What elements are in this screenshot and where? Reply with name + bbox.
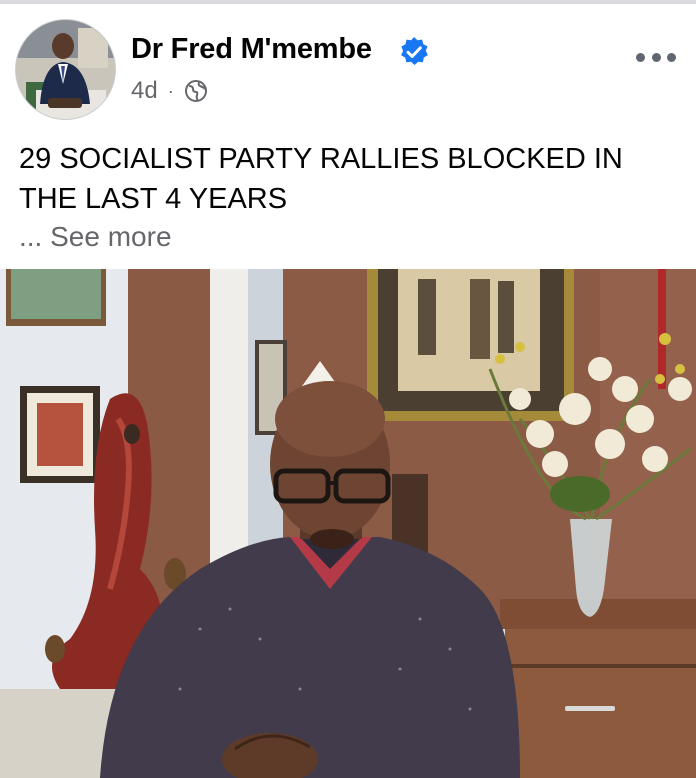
verified-badge-icon	[401, 37, 428, 65]
see-more-link[interactable]: ... See more	[19, 219, 172, 255]
post-photo-image	[0, 269, 696, 778]
avatar[interactable]	[15, 19, 116, 120]
more-dot	[651, 52, 661, 62]
more-dot	[636, 52, 645, 62]
post-time[interactable]: 4d	[131, 77, 158, 105]
more-dot	[667, 52, 676, 62]
meta-separator: ·	[167, 80, 174, 101]
post-text: 29 SOCIALIST PARTY RALLIES BLOCKED IN TH…	[19, 143, 623, 215]
more-options-icon[interactable]	[636, 48, 676, 66]
post-header: Dr Fred M'membe 4d ·	[0, 14, 696, 124]
post-photo[interactable]	[0, 269, 696, 778]
globe-icon	[184, 80, 207, 102]
top-divider	[0, 0, 696, 4]
post-meta: 4d ·	[131, 76, 208, 106]
author-name[interactable]: Dr Fred M'membe	[131, 33, 372, 66]
avatar-photo	[16, 20, 115, 119]
